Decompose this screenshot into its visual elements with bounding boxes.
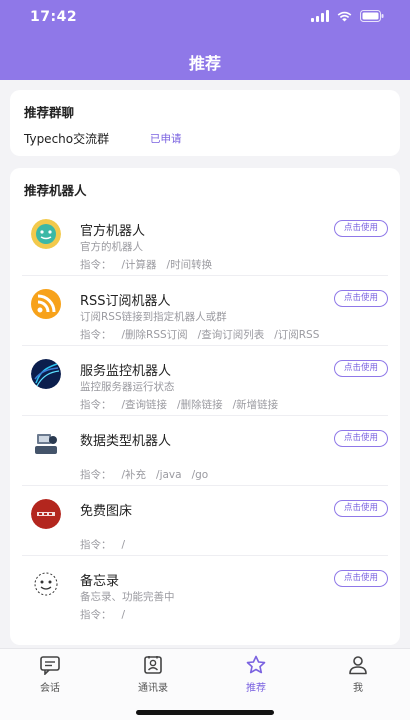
bot-row-data-type[interactable]: 数据类型机器人 指令： /补充/java/go 点击使用 <box>22 416 388 486</box>
user-icon <box>349 656 367 675</box>
command-item: /删除RSS订阅 <box>121 329 188 341</box>
bot-name: 数据类型机器人 <box>80 434 172 449</box>
tab-label: 会话 <box>40 683 60 694</box>
bot-name: RSS订阅机器人 <box>80 294 171 309</box>
bot-name: 备忘录 <box>80 574 120 589</box>
command-item: / <box>121 609 126 621</box>
tab-label: 通讯录 <box>138 683 168 694</box>
command-item: /查询订阅列表 <box>197 329 265 341</box>
bot-row-official[interactable]: 官方机器人 官方的机器人 指令： /计算器/时间转换 点击使用 <box>22 206 388 276</box>
command-item: /时间转换 <box>166 259 213 271</box>
rss-icon <box>31 289 61 319</box>
command-prefix: 指令： <box>80 469 112 481</box>
command-item: /计算器 <box>121 259 157 271</box>
bot-row-memo[interactable]: 备忘录 备忘录、功能完善中 指令： / 点击使用 <box>22 556 388 626</box>
command-item: /订阅RSS <box>274 329 320 341</box>
chat-icon <box>40 656 60 675</box>
tab-recommend[interactable]: 推荐 <box>226 655 286 694</box>
bot-commands: 指令： / <box>80 537 135 552</box>
use-bot-button[interactable]: 点击使用 <box>334 360 388 377</box>
use-bot-button[interactable]: 点击使用 <box>334 500 388 517</box>
bot-name: 免费图床 <box>80 504 133 519</box>
app-header: 17:42 推荐 <box>0 0 410 80</box>
status-time: 17:42 <box>30 9 78 25</box>
bot-desc: 官方的机器人 <box>80 241 143 253</box>
command-item: /新增链接 <box>232 399 279 411</box>
command-prefix: 指令： <box>80 539 112 551</box>
use-bot-button[interactable]: 点击使用 <box>334 220 388 237</box>
command-item: /go <box>191 469 209 481</box>
tab-contacts[interactable]: 通讯录 <box>123 655 183 694</box>
bot-commands: 指令： /补充/java/go <box>80 467 218 482</box>
battery-icon <box>360 10 384 22</box>
memo-icon <box>31 569 61 599</box>
group-status-badge: 已申请 <box>150 133 182 145</box>
bot-commands: 指令： / <box>80 607 135 622</box>
bot-name: 服务监控机器人 <box>80 364 172 379</box>
contacts-icon <box>144 656 162 674</box>
page-title: 推荐 <box>188 54 221 73</box>
command-item: /补充 <box>121 469 147 481</box>
command-item: /删除链接 <box>177 399 223 411</box>
server-monitor-icon <box>31 359 61 389</box>
group-card: 推荐群聊 Typecho交流群 已申请 <box>10 90 400 156</box>
command-item: /查询链接 <box>121 399 168 411</box>
smiley-bot-icon <box>31 219 61 249</box>
tab-me[interactable]: 我 <box>328 655 388 694</box>
bot-row-image-host[interactable]: 免费图床 指令： / 点击使用 <box>22 486 388 556</box>
command-item: / <box>121 539 126 551</box>
data-type-icon <box>31 429 61 459</box>
bots-section-title: 推荐机器人 <box>24 183 87 198</box>
star-icon <box>246 655 266 674</box>
use-bot-button[interactable]: 点击使用 <box>334 430 388 447</box>
bot-desc: 监控服务器运行状态 <box>80 381 175 393</box>
command-prefix: 指令： <box>80 609 112 621</box>
bot-commands: 指令： /计算器/时间转换 <box>80 257 222 272</box>
bot-desc: 订阅RSS链接到指定机器人或群 <box>80 311 227 323</box>
command-item: /java <box>156 469 182 481</box>
home-indicator <box>136 710 274 715</box>
tab-chat[interactable]: 会话 <box>20 655 80 694</box>
use-bot-button[interactable]: 点击使用 <box>334 290 388 307</box>
status-icons <box>311 10 384 22</box>
command-prefix: 指令： <box>80 329 112 341</box>
bot-desc: 备忘录、功能完善中 <box>80 591 175 603</box>
bot-commands: 指令： /删除RSS订阅/查询订阅列表/订阅RSS <box>80 327 329 342</box>
bots-card: 推荐机器人 官方机器人 官方的机器人 指令： /计算器/时间转换 点击使用 RSS… <box>10 168 400 645</box>
signal-icon <box>311 10 329 22</box>
bot-name: 官方机器人 <box>80 224 146 239</box>
tab-label: 我 <box>353 683 363 694</box>
group-section-title: 推荐群聊 <box>24 105 75 120</box>
bot-row-server-monitor[interactable]: 服务监控机器人 监控服务器运行状态 指令： /查询链接/删除链接/新增链接 点击使… <box>22 346 388 416</box>
command-prefix: 指令： <box>80 399 112 411</box>
use-bot-button[interactable]: 点击使用 <box>334 570 388 587</box>
wifi-icon <box>337 11 352 22</box>
bot-row-rss[interactable]: RSS订阅机器人 订阅RSS链接到指定机器人或群 指令： /删除RSS订阅/查询订… <box>22 276 388 346</box>
group-name[interactable]: Typecho交流群 <box>24 130 109 147</box>
image-host-icon <box>31 499 61 529</box>
tab-label: 推荐 <box>246 683 266 694</box>
command-prefix: 指令： <box>80 259 112 271</box>
status-bar: 17:42 <box>0 0 410 36</box>
bot-commands: 指令： /查询链接/删除链接/新增链接 <box>80 397 288 412</box>
